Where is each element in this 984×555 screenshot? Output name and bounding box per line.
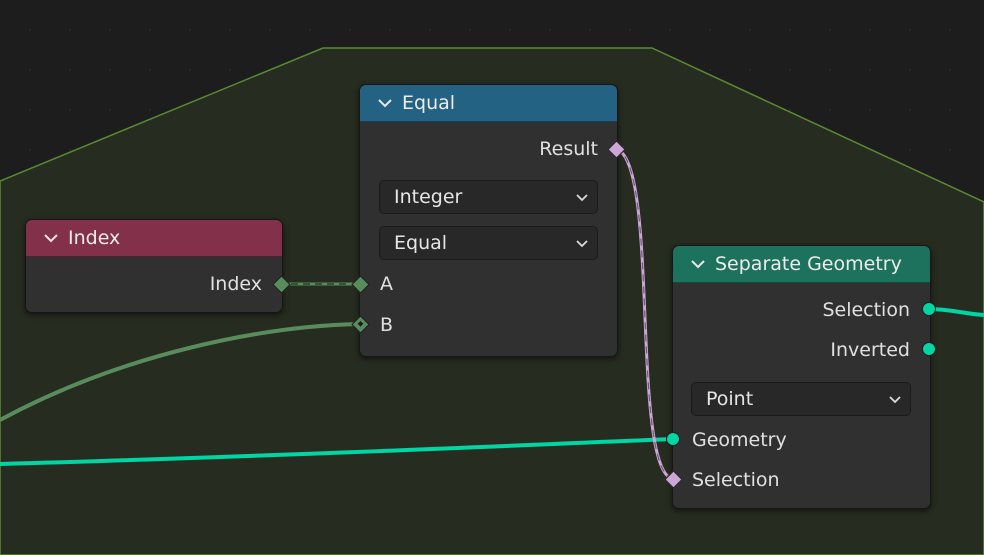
index-output-label: Index [209, 273, 262, 295]
data-type-value: Integer [394, 186, 463, 208]
chevron-down-icon [576, 240, 588, 248]
index-node-title: Index [68, 227, 121, 249]
sep-output-selection-label: Selection [822, 299, 910, 321]
index-node[interactable]: Index Index [25, 219, 283, 313]
domain-value: Point [706, 388, 754, 410]
sep-input-geometry-socket[interactable] [666, 432, 680, 446]
equal-node-title: Equal [402, 92, 456, 114]
sep-output-inverted-socket[interactable] [922, 342, 936, 356]
chevron-down-icon[interactable] [689, 255, 707, 273]
equal-input-a-label: A [380, 273, 393, 295]
data-type-dropdown[interactable]: Integer [379, 180, 598, 214]
separate-geometry-node-title: Separate Geometry [715, 253, 902, 275]
separate-geometry-node[interactable]: Separate Geometry Selection Inverted Poi… [672, 245, 931, 509]
equal-result-label: Result [539, 138, 598, 160]
domain-dropdown[interactable]: Point [691, 382, 911, 416]
equal-node[interactable]: Equal Result Integer Equal A B [359, 84, 618, 357]
sep-input-selection-label: Selection [692, 469, 780, 491]
equal-node-header[interactable]: Equal [360, 85, 617, 122]
node-editor-canvas[interactable]: Index Index Equal Result Integer Equal A… [0, 0, 984, 555]
operation-value: Equal [394, 232, 448, 254]
chevron-down-icon[interactable] [42, 229, 60, 247]
sep-input-geometry-label: Geometry [692, 429, 787, 451]
chevron-down-icon[interactable] [376, 94, 394, 112]
sep-output-inverted-label: Inverted [830, 339, 910, 361]
equal-input-b-label: B [380, 314, 394, 336]
sep-output-selection-socket[interactable] [922, 302, 936, 316]
separate-geometry-node-header[interactable]: Separate Geometry [673, 246, 930, 283]
index-node-header[interactable]: Index [26, 220, 282, 257]
chevron-down-icon [889, 396, 901, 404]
operation-dropdown[interactable]: Equal [379, 226, 598, 260]
chevron-down-icon [576, 194, 588, 202]
